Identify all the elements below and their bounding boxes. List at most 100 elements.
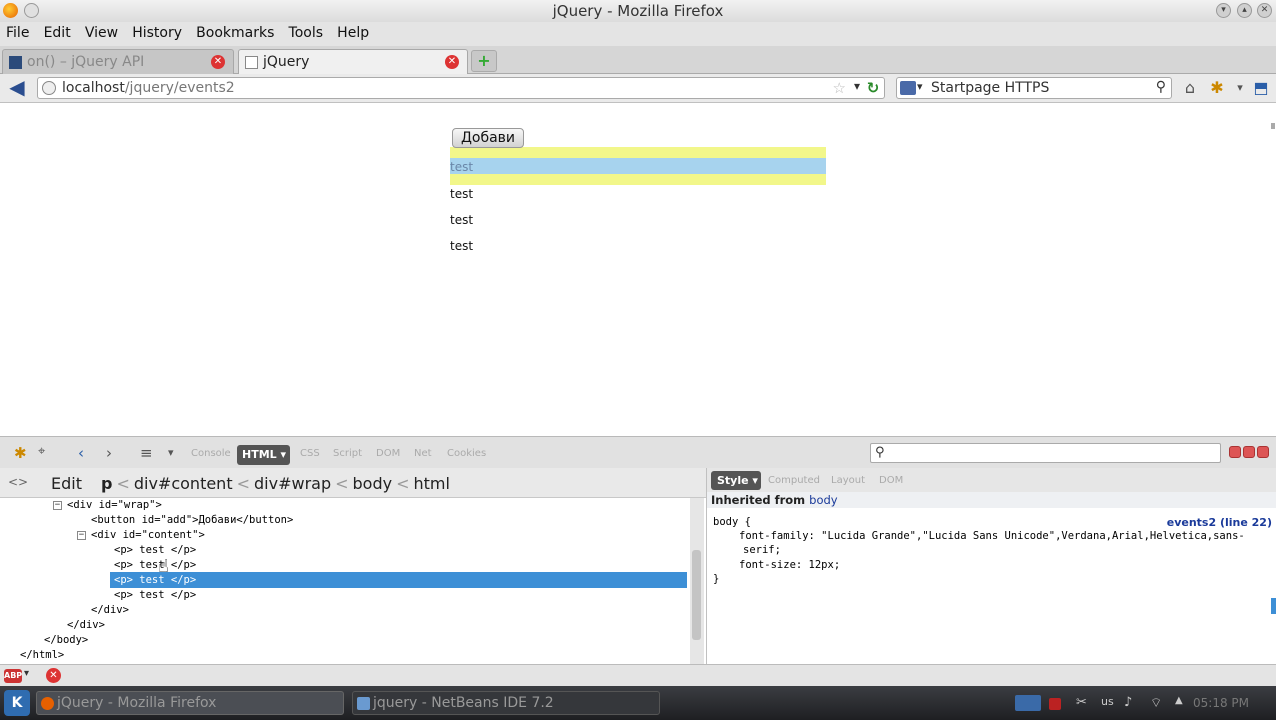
desktop-pager-icon[interactable]: [1015, 695, 1041, 711]
tab-computed[interactable]: Computed: [768, 475, 820, 486]
search-engine-icon[interactable]: [900, 81, 916, 95]
crumb-div-content[interactable]: div#content: [134, 474, 233, 493]
maximize-icon[interactable]: ▴: [1237, 3, 1252, 18]
html-line[interactable]: </div>: [91, 603, 129, 618]
tray-expand-icon[interactable]: ▲: [1175, 695, 1183, 706]
tab-style[interactable]: Style ▾: [711, 471, 761, 490]
clock[interactable]: 05:18 PM: [1193, 696, 1249, 710]
crumb-body[interactable]: body: [353, 474, 393, 493]
tab-label: jQuery: [263, 54, 310, 70]
menu-edit[interactable]: Edit: [44, 22, 71, 41]
engine-dropdown-icon[interactable]: ▾: [917, 80, 923, 93]
menu-tools[interactable]: Tools: [289, 22, 324, 41]
menu-history[interactable]: History: [132, 22, 182, 41]
url-bar[interactable]: localhost/jquery/events2 ☆ ▾ ↻: [37, 77, 885, 99]
inherited-from-link[interactable]: body: [809, 493, 837, 507]
home-icon[interactable]: ⌂: [1180, 78, 1200, 98]
addon-icon[interactable]: ⬒: [1251, 78, 1271, 98]
html-line[interactable]: <p> test </p>: [114, 543, 196, 558]
firebug-menu-icon[interactable]: ✱: [14, 444, 27, 462]
tab-jquery-api[interactable]: on() – jQuery API ✕: [2, 49, 234, 74]
crumb-div-wrap[interactable]: div#wrap: [254, 474, 331, 493]
html-line[interactable]: <div id="wrap">: [67, 498, 162, 513]
title-bar: jQuery - Mozilla Firefox ▾ ▴ ✕: [0, 0, 1276, 22]
breadcrumb-bar: <> Edit p < div#content < div#wrap < body < html: [0, 468, 706, 498]
firebug-close-icon[interactable]: [1257, 446, 1269, 458]
crumb-p[interactable]: p: [101, 474, 112, 493]
css-rule[interactable]: font-size: 12px;: [739, 559, 840, 571]
adblock-icon[interactable]: ABP: [4, 669, 22, 683]
inherited-header: Inherited from body: [707, 492, 1276, 508]
prev-arrow-icon[interactable]: ‹: [78, 444, 84, 462]
search-bar[interactable]: ▾ Startpage HTTPS ⚲: [896, 77, 1172, 99]
scrollbar-thumb[interactable]: [692, 550, 701, 640]
scissors-icon[interactable]: ✂: [1076, 695, 1087, 710]
html-line-selected[interactable]: <p> test </p>: [114, 573, 196, 588]
url-dropdown-icon[interactable]: ▾: [854, 79, 860, 93]
minimize-icon[interactable]: ▾: [1216, 3, 1231, 18]
menu-bookmarks[interactable]: Bookmarks: [196, 22, 274, 41]
html-tree-panel: − <div id="wrap"> <button id="add">Добав…: [0, 498, 690, 664]
selected-node-row[interactable]: [110, 572, 687, 588]
firebug-search-input[interactable]: ⚲: [870, 443, 1221, 463]
tab-net[interactable]: Net: [414, 448, 432, 459]
html-line[interactable]: </div>: [67, 618, 105, 633]
adblock-dropdown-icon[interactable]: ▾: [24, 668, 29, 679]
panel-dropdown-icon[interactable]: ▾: [168, 446, 174, 459]
firebug-minimize-icon[interactable]: [1229, 446, 1241, 458]
record-icon[interactable]: [1049, 698, 1061, 710]
tab-script[interactable]: Script: [333, 448, 362, 459]
tab-css[interactable]: CSS: [300, 448, 320, 459]
binoculars-icon[interactable]: ⚲: [1156, 79, 1166, 95]
collapse-icon[interactable]: −: [53, 501, 62, 510]
kde-menu-icon[interactable]: K: [4, 690, 30, 716]
menu-bar: File Edit View History Bookmarks Tools H…: [0, 22, 1276, 46]
back-arrow-icon[interactable]: ◀: [5, 77, 29, 99]
add-button[interactable]: Добави: [452, 128, 524, 148]
tab-dom[interactable]: DOM: [376, 448, 400, 459]
css-source-link[interactable]: events2 (line 22): [1167, 516, 1272, 529]
css-rule[interactable]: font-family: "Lucida Grande","Lucida San…: [739, 530, 1245, 542]
crumb-html[interactable]: html: [414, 474, 450, 493]
close-window-icon[interactable]: ✕: [1257, 3, 1272, 18]
close-icon[interactable]: ✕: [46, 668, 61, 683]
tab-console[interactable]: Console: [191, 448, 231, 459]
firebug-detach-icon[interactable]: [1243, 446, 1255, 458]
tab-cookies[interactable]: Cookies: [447, 448, 486, 459]
html-line[interactable]: <p> test </p>: [114, 558, 196, 573]
element-picker-icon[interactable]: <>: [8, 475, 28, 489]
bookmark-star-icon[interactable]: ☆: [833, 79, 846, 97]
new-tab-button[interactable]: +: [471, 50, 497, 72]
task-netbeans[interactable]: jquery - NetBeans IDE 7.2: [352, 691, 660, 715]
volume-icon[interactable]: ♪: [1124, 695, 1132, 710]
task-firefox[interactable]: jQuery - Mozilla Firefox: [36, 691, 344, 715]
next-arrow-icon[interactable]: ›: [106, 444, 112, 462]
tab-layout[interactable]: Layout: [831, 475, 865, 486]
html-line[interactable]: </body>: [44, 633, 88, 648]
tab-html[interactable]: HTML ▾: [237, 445, 290, 465]
site-identity-icon[interactable]: [42, 81, 56, 95]
addon-dropdown-icon[interactable]: ▾: [1230, 78, 1250, 98]
html-line[interactable]: <p> test </p>: [114, 588, 196, 603]
page-scrollbar[interactable]: [1271, 123, 1275, 129]
url-text[interactable]: localhost/jquery/events2: [62, 80, 235, 96]
panel-list-icon[interactable]: ≡: [140, 444, 153, 462]
html-line[interactable]: <div id="content">: [91, 528, 205, 543]
tab-dom-side[interactable]: DOM: [879, 475, 903, 486]
reload-icon[interactable]: ↻: [865, 80, 881, 96]
html-line[interactable]: <button id="add">Добави</button>: [91, 513, 293, 528]
menu-help[interactable]: Help: [337, 22, 369, 41]
inspect-icon[interactable]: ⌖: [38, 444, 45, 459]
style-panel-scrollbar[interactable]: [1271, 598, 1276, 614]
collapse-icon[interactable]: −: [77, 531, 86, 540]
html-panel-scrollbar[interactable]: [690, 498, 704, 664]
menu-file[interactable]: File: [6, 22, 29, 41]
network-icon[interactable]: ⌔: [1150, 695, 1162, 711]
close-tab-icon[interactable]: ✕: [445, 55, 459, 69]
menu-view[interactable]: View: [85, 22, 118, 41]
close-tab-icon[interactable]: ✕: [211, 55, 225, 69]
keyboard-layout-indicator[interactable]: us: [1101, 695, 1114, 708]
tab-jquery[interactable]: jQuery ✕: [238, 49, 468, 74]
firebug-icon[interactable]: ✱: [1207, 78, 1227, 98]
html-line[interactable]: </html>: [20, 648, 64, 663]
